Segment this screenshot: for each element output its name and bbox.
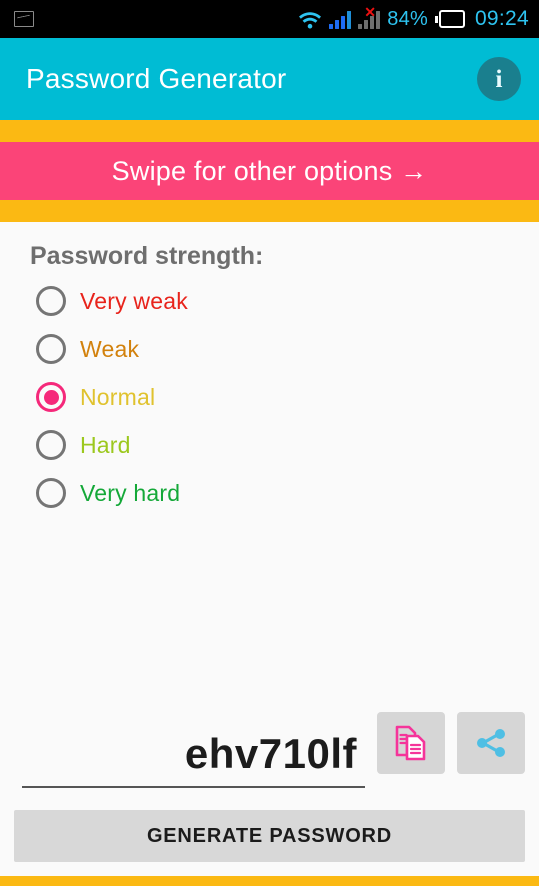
- battery-icon: [434, 10, 465, 28]
- radio-option-very-weak[interactable]: Very weak: [36, 277, 539, 325]
- status-bar-clock: 09:24: [474, 7, 529, 30]
- radio-mark-weak[interactable]: [36, 334, 66, 364]
- radio-label-very-weak: Very weak: [80, 287, 188, 314]
- copy-icon: [394, 725, 428, 761]
- radio-option-hard[interactable]: Hard: [36, 421, 539, 469]
- generated-password-field[interactable]: ehv710lf: [22, 730, 365, 788]
- accent-band-top: [0, 120, 539, 142]
- status-bar: ✕ 84% 09:24: [0, 0, 539, 38]
- radio-mark-normal[interactable]: [36, 382, 66, 412]
- radio-mark-very-hard[interactable]: [36, 478, 66, 508]
- image-screenshot-icon: [14, 11, 34, 27]
- signal-sim1-icon: [329, 10, 352, 29]
- main-content: Password strength: Very weak Weak Normal…: [0, 222, 539, 876]
- radio-label-hard: Hard: [80, 431, 131, 458]
- no-service-x-icon: ✕: [364, 3, 377, 20]
- radio-label-very-hard: Very hard: [80, 479, 181, 506]
- wifi-icon: [298, 10, 322, 29]
- copy-password-button[interactable]: [377, 712, 445, 774]
- password-strength-label: Password strength:: [30, 242, 264, 270]
- radio-option-very-hard[interactable]: Very hard: [36, 469, 539, 517]
- app-bar: Password Generator i: [0, 38, 539, 120]
- generated-password-value: ehv710lf: [184, 730, 357, 777]
- info-button[interactable]: i: [477, 57, 521, 101]
- radio-option-normal[interactable]: Normal: [36, 373, 539, 421]
- signal-sim2-no-service-icon: ✕: [358, 5, 381, 29]
- share-icon: [473, 725, 509, 761]
- radio-mark-hard[interactable]: [36, 430, 66, 460]
- bottom-accent-band: [0, 876, 539, 886]
- info-icon: i: [495, 65, 503, 93]
- swipe-banner[interactable]: Swipe for other options →: [0, 142, 539, 200]
- password-strength-radio-group: Very weak Weak Normal Hard Very hard: [0, 277, 539, 517]
- radio-mark-very-weak[interactable]: [36, 286, 66, 316]
- app-root: ✕ 84% 09:24 Password Generator i Swipe f…: [0, 0, 539, 886]
- accent-band-bottom: [0, 200, 539, 222]
- battery-percent-label: 84%: [387, 7, 428, 30]
- swipe-banner-label: Swipe for other options →: [111, 155, 428, 186]
- status-bar-right: ✕ 84% 09:24: [298, 5, 529, 31]
- radio-option-weak[interactable]: Weak: [36, 325, 539, 373]
- radio-label-normal: Normal: [80, 383, 156, 410]
- page-title: Password Generator: [26, 63, 287, 94]
- generate-password-button[interactable]: GENERATE PASSWORD: [14, 810, 525, 862]
- status-bar-left: [14, 11, 34, 27]
- password-output-row: ehv710lf: [0, 712, 539, 788]
- radio-label-weak: Weak: [80, 335, 140, 362]
- generate-button-wrapper: GENERATE PASSWORD: [0, 788, 539, 876]
- share-password-button[interactable]: [457, 712, 525, 774]
